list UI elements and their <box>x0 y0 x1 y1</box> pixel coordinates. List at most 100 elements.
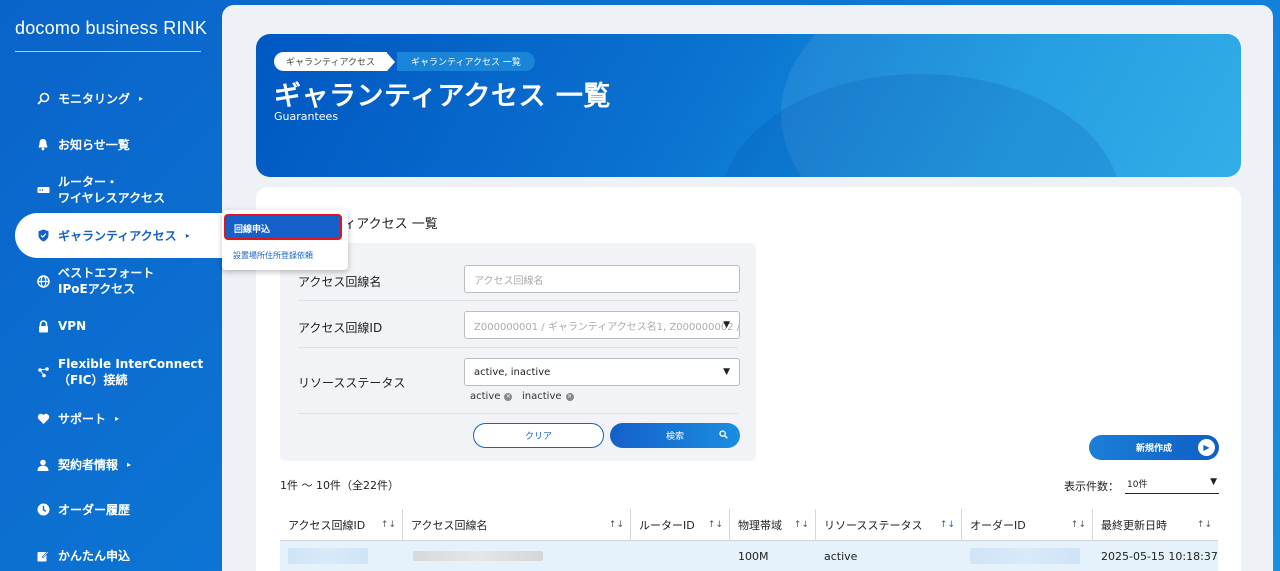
field-label: リソースステータス <box>298 376 406 390</box>
create-new-button[interactable]: 新規作成 ▶ <box>1089 435 1219 460</box>
sidebar-item-label: ワイヤレスアクセス <box>58 191 166 205</box>
redacted-value <box>288 548 368 564</box>
column-header-line-name[interactable]: アクセス回線名 ↑↓ <box>403 509 631 541</box>
column-label: リソースステータス <box>824 519 923 532</box>
sidebar-item-vpn[interactable]: VPN <box>36 319 86 333</box>
sidebar-item-label: 契約者情報 <box>58 458 119 472</box>
column-header-updated[interactable]: 最終更新日時 ↑↓ <box>1093 509 1218 541</box>
chevron-right-icon: ▸ <box>185 231 190 240</box>
chip-remove-icon[interactable]: × <box>565 392 574 401</box>
search-row-line-id: アクセス回線ID Z000000001 / ギャランティアクセス名1, Z000… <box>298 301 740 348</box>
search-button[interactable]: 検索 <box>610 423 740 448</box>
sort-icon[interactable]: ↑↓ <box>1197 520 1212 530</box>
brand-divider <box>15 51 201 52</box>
sidebar-item-order-history[interactable]: オーダー履歴 <box>36 501 130 518</box>
sidebar-item-label: ベストエフォート <box>58 266 155 280</box>
column-label: 物理帯域 <box>738 519 782 532</box>
page-size-control: 表示件数： 10件 ▼ <box>1064 477 1219 494</box>
table-row[interactable]: 100M active 2025-05-15 10:18:37 <box>280 541 1218 571</box>
cell-bandwidth: 100M <box>738 549 769 563</box>
brand-logo: docomo business RINK <box>15 18 208 38</box>
redacted-value <box>970 548 1080 564</box>
cell-line-id[interactable] <box>280 541 403 571</box>
submenu-item-line-application[interactable]: 回線申込 <box>224 214 342 240</box>
clock-icon <box>36 503 50 517</box>
chevron-right-icon: ▸ <box>139 94 144 103</box>
sort-icon[interactable]: ↑↓ <box>609 520 624 530</box>
chip-remove-icon[interactable]: × <box>504 392 513 401</box>
create-new-label: 新規作成 <box>1135 444 1172 454</box>
bell-icon <box>36 138 50 152</box>
column-label: アクセス回線名 <box>411 519 488 532</box>
sidebar-item-label: オーダー履歴 <box>58 503 131 517</box>
globe-icon <box>36 274 50 288</box>
column-header-resource-status[interactable]: リソースステータス ↑↓ <box>816 509 962 541</box>
edit-icon <box>36 549 50 563</box>
sort-icon[interactable]: ↑↓ <box>381 520 396 530</box>
sort-icon[interactable]: ↑↓ <box>708 520 723 530</box>
breadcrumb-item-guarantee[interactable]: ギャランティアクセス <box>274 52 388 71</box>
redacted-value <box>413 551 543 561</box>
search-panel: アクセス回線名 アクセス回線名 アクセス回線ID Z000000001 / ギャ… <box>280 243 756 461</box>
search-button-label: 検索 <box>665 432 684 442</box>
network-icon <box>36 365 50 379</box>
cell-updated: 2025-05-15 10:18:37 <box>1101 549 1218 563</box>
column-label: オーダーID <box>970 519 1026 532</box>
sidebar-item-support[interactable]: サポート ▸ <box>36 410 119 427</box>
column-header-line-id[interactable]: アクセス回線ID ↑↓ <box>280 509 403 541</box>
result-count: 1件 〜 10件（全22件） <box>280 479 399 492</box>
sidebar-item-router[interactable]: ルーター・ ワイヤレスアクセス <box>36 174 165 206</box>
submenu-item-site-address-request[interactable]: 設置場所住所登録依頼 <box>233 250 313 261</box>
field-label: アクセス回線ID <box>298 321 383 335</box>
sort-icon[interactable]: ↑↓ <box>940 520 955 530</box>
page-subtitle: Guarantees <box>274 110 339 123</box>
list-card: ティアクセス 一覧 アクセス回線名 アクセス回線名 アクセス回線ID Z0000… <box>256 187 1241 571</box>
column-header-router-id[interactable]: ルーターID ↑↓ <box>631 509 730 541</box>
sidebar-item-contract[interactable]: 契約者情報 ▸ <box>36 456 131 473</box>
search-icon <box>36 92 50 106</box>
cell-line-name <box>403 541 631 571</box>
column-header-order-id[interactable]: オーダーID ↑↓ <box>962 509 1093 541</box>
sidebar-item-guarantee[interactable]: ギャランティアクセス ▸ <box>36 227 190 244</box>
main-panel: ギャランティアクセス ギャランティアクセス 一覧 ギャランティアクセス 一覧 G… <box>222 5 1273 571</box>
column-label: アクセス回線ID <box>288 519 366 532</box>
column-header-bandwidth[interactable]: 物理帯域 ↑↓ <box>730 509 816 541</box>
play-icon: ▶ <box>1198 439 1215 456</box>
caret-down-icon: ▼ <box>723 367 730 377</box>
router-icon <box>36 183 50 197</box>
line-id-select[interactable]: Z000000001 / ギャランティアクセス名1, Z000000002 / … <box>464 311 740 339</box>
caret-down-icon: ▼ <box>1210 477 1217 487</box>
page-size-select[interactable]: 10件 ▼ <box>1125 477 1219 494</box>
cell-order-id[interactable] <box>962 541 1093 571</box>
sort-icon[interactable]: ↑↓ <box>1071 520 1086 530</box>
clear-button[interactable]: クリア <box>473 423 604 448</box>
page-size-label: 表示件数： <box>1064 479 1119 493</box>
sort-icon[interactable]: ↑↓ <box>794 520 809 530</box>
sidebar-item-label: IPoEアクセス <box>58 282 136 296</box>
chip-label: active <box>470 391 501 402</box>
column-label: 最終更新日時 <box>1101 519 1167 532</box>
sidebar-item-notices[interactable]: お知らせ一覧 <box>36 136 130 153</box>
guarantee-submenu: 回線申込 設置場所住所登録依頼 <box>222 210 348 270</box>
page-title: ギャランティアクセス 一覧 <box>274 81 611 112</box>
line-name-input[interactable]: アクセス回線名 <box>464 265 740 293</box>
column-label: ルーターID <box>639 519 695 532</box>
sidebar-item-label: ルーター・ <box>58 175 119 189</box>
sidebar-item-best-effort[interactable]: ベストエフォート IPoEアクセス <box>36 265 154 297</box>
support-icon <box>36 412 50 426</box>
sidebar-item-label: ギャランティアクセス <box>58 229 177 243</box>
breadcrumb-item-current: ギャランティアクセス 一覧 <box>397 52 535 71</box>
search-icon <box>719 429 728 442</box>
sidebar-item-monitoring[interactable]: モニタリング ▸ <box>36 90 143 107</box>
status-chip-inactive: inactive × <box>522 391 574 402</box>
sidebar-item-easy-apply[interactable]: かんたん申込 <box>36 547 130 564</box>
cell-resource-status: active <box>824 549 858 563</box>
sidebar-item-label: お知らせ一覧 <box>58 138 130 152</box>
page-header: ギャランティアクセス ギャランティアクセス 一覧 ギャランティアクセス 一覧 G… <box>256 34 1241 177</box>
page-size-value: 10件 <box>1127 480 1148 490</box>
status-select[interactable]: active, inactive ▼ <box>464 358 740 386</box>
sidebar-item-label: サポート <box>58 412 107 426</box>
cell-router-id <box>631 541 730 571</box>
sidebar-item-label: VPN <box>58 319 87 333</box>
sidebar-item-fic[interactable]: Flexible InterConnect （FIC）接続 <box>36 356 203 388</box>
